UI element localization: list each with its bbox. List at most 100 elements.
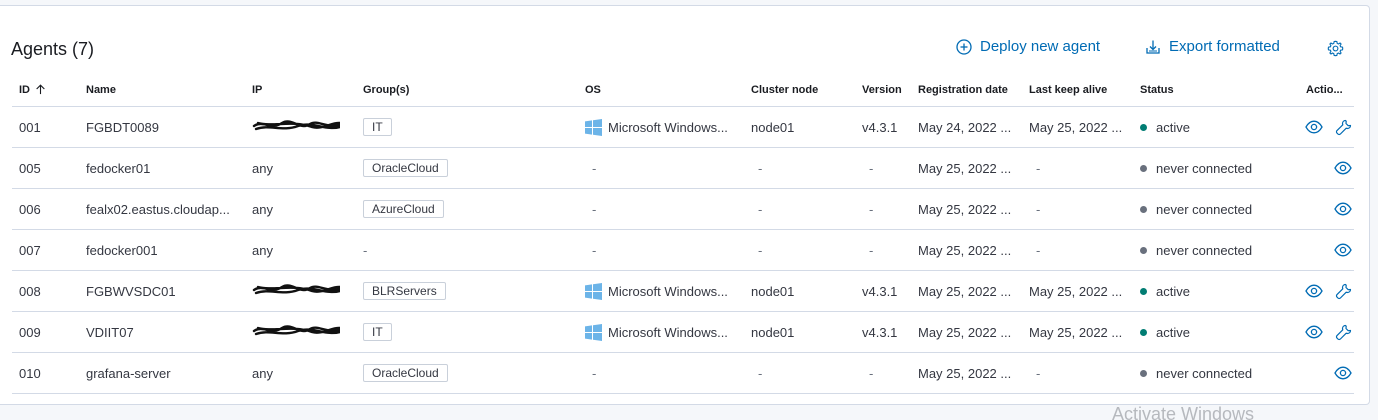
group-badge[interactable]: IT — [363, 323, 392, 341]
column-header-actions: Actio... — [1306, 83, 1343, 96]
eye-icon[interactable] — [1334, 161, 1352, 175]
column-header-os[interactable]: OS — [585, 84, 740, 96]
wrench-icon[interactable] — [1335, 119, 1352, 136]
table-row[interactable]: 005 fedocker01 any OracleCloud - - - May 25, 20… — [12, 148, 1354, 189]
windows-icon — [585, 118, 602, 136]
table-row[interactable]: 006 fealx02.eastus.cloudap... any AzureClou… — [12, 189, 1354, 230]
cell-id: 009 — [19, 324, 41, 340]
cell-ip — [252, 282, 340, 301]
ip-value: any — [252, 160, 273, 176]
cell-cluster-node: node01 — [751, 119, 795, 135]
agents-table: ID Name IP Group(s) OS Cluster node Vers… — [12, 73, 1354, 394]
table-row[interactable]: 007 fedocker001 any - - - - May 25, 2022 ... - ne… — [12, 230, 1354, 271]
group-badge[interactable]: OracleCloud — [363, 364, 448, 382]
cell-os: Microsoft Windows... — [585, 118, 740, 136]
wrench-icon[interactable] — [1335, 283, 1352, 300]
cell-name: VDIIT07 — [86, 324, 134, 340]
table-row[interactable]: 001 FGBDT0089 IT Microsoft Windows... node01… — [12, 107, 1354, 148]
cell-actions — [1296, 366, 1352, 380]
cell-ip: any — [252, 243, 273, 258]
os-value: - — [592, 242, 597, 258]
cell-name: grafana-server — [86, 365, 171, 381]
eye-icon[interactable] — [1334, 202, 1352, 216]
status-dot — [1140, 246, 1147, 254]
eye-icon[interactable] — [1305, 325, 1323, 339]
cell-cluster-node: - — [758, 160, 763, 176]
cell-cluster-node: node01 — [751, 324, 795, 340]
eye-icon[interactable] — [1334, 366, 1352, 380]
status-dot — [1140, 287, 1147, 295]
arrow-up-icon — [36, 84, 45, 95]
column-header-groups[interactable]: Group(s) — [363, 84, 409, 96]
wrench-icon[interactable] — [1335, 324, 1352, 341]
cell-id: 005 — [19, 160, 41, 176]
cell-version: - — [869, 201, 874, 217]
cell-registration-date: May 25, 2022 ... — [918, 365, 1012, 381]
os-value: Microsoft Windows... — [608, 283, 728, 299]
column-header-last-keep-alive[interactable]: Last keep alive — [1029, 84, 1132, 96]
cell-registration-date: May 25, 2022 ... — [918, 324, 1012, 340]
cell-status: active — [1140, 284, 1190, 299]
cell-name: fedocker01 — [86, 160, 151, 176]
cell-name: fealx02.eastus.cloudap... — [86, 201, 230, 217]
os-value: - — [592, 160, 597, 176]
cell-name: fedocker001 — [86, 242, 158, 258]
table-settings-button[interactable] — [1327, 40, 1344, 62]
cell-id: 001 — [19, 119, 41, 135]
cell-version: - — [869, 365, 874, 381]
group-badge[interactable]: BLRServers — [363, 282, 446, 300]
cell-status: never connected — [1140, 202, 1252, 217]
cell-groups: OracleCloud — [363, 364, 448, 382]
cell-id: 006 — [19, 201, 41, 217]
table-row[interactable]: 008 FGBWVSDC01 BLRServers Microsoft Windows… — [12, 271, 1354, 312]
status-dot — [1140, 123, 1147, 131]
cell-status: never connected — [1140, 243, 1252, 258]
cell-actions — [1296, 324, 1352, 341]
redacted-ip-scribble — [252, 282, 340, 296]
column-header-cluster-node[interactable]: Cluster node — [751, 84, 818, 96]
column-header-ip[interactable]: IP — [252, 84, 262, 96]
cell-version: v4.3.1 — [862, 324, 898, 340]
deploy-new-agent-label: Deploy new agent — [980, 38, 1101, 55]
redacted-ip-scribble — [252, 118, 340, 132]
column-header-id[interactable]: ID — [19, 84, 46, 96]
column-header-id-label: ID — [19, 83, 30, 96]
cell-name: FGBWVSDC01 — [86, 283, 176, 299]
export-formatted-button[interactable]: Export formatted — [1145, 38, 1280, 55]
ip-value: any — [252, 365, 273, 381]
group-badge[interactable]: IT — [363, 118, 392, 136]
ip-value: any — [252, 242, 273, 258]
cell-os: - — [585, 202, 740, 217]
column-header-name[interactable]: Name — [86, 84, 236, 96]
cell-last-keep-alive: May 25, 2022 ... — [1029, 324, 1123, 340]
group-badge[interactable]: AzureCloud — [363, 200, 444, 218]
table-row[interactable]: 010 grafana-server any OracleCloud - - - May 25… — [12, 353, 1354, 394]
eye-icon[interactable] — [1334, 243, 1352, 257]
cell-registration-date: May 25, 2022 ... — [918, 283, 1012, 299]
group-badge[interactable]: OracleCloud — [363, 159, 448, 177]
cell-actions — [1296, 161, 1352, 175]
eye-icon[interactable] — [1305, 284, 1323, 298]
cell-version: v4.3.1 — [862, 283, 898, 299]
activate-windows-watermark: Activate Windows — [1112, 404, 1255, 420]
deploy-new-agent-button[interactable]: Deploy new agent — [956, 38, 1100, 55]
column-header-registration-date[interactable]: Registration date — [918, 84, 1021, 96]
cell-last-keep-alive: May 25, 2022 ... — [1029, 283, 1123, 299]
status-label: active — [1156, 283, 1190, 299]
agents-panel: Agents (7) Deploy new agent Export forma… — [0, 5, 1370, 405]
table-row[interactable]: 009 VDIIT07 IT Microsoft Windows... node01 v4… — [12, 312, 1354, 353]
cell-groups: IT — [363, 118, 392, 136]
os-value: Microsoft Windows... — [608, 119, 728, 135]
cell-id: 007 — [19, 242, 41, 258]
cell-os: Microsoft Windows... — [585, 323, 740, 341]
status-dot — [1140, 369, 1147, 377]
cell-last-keep-alive: - — [1036, 365, 1041, 381]
cell-version: v4.3.1 — [862, 119, 898, 135]
cell-last-keep-alive: - — [1036, 160, 1041, 176]
eye-icon[interactable] — [1305, 120, 1323, 134]
column-header-version[interactable]: Version — [862, 84, 902, 96]
cell-registration-date: May 24, 2022 ... — [918, 119, 1012, 135]
cell-ip: any — [252, 366, 273, 381]
cell-last-keep-alive: - — [1036, 242, 1041, 258]
column-header-status[interactable]: Status — [1140, 84, 1174, 96]
